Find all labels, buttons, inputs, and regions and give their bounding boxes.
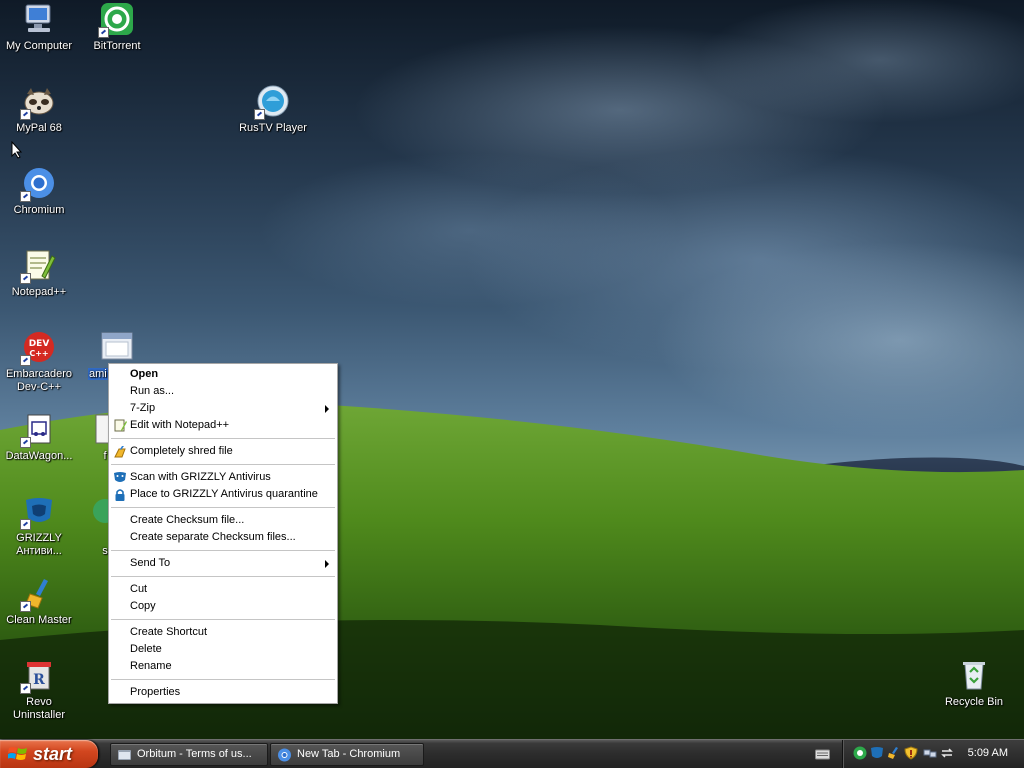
menu-item-run-as[interactable]: Run as... <box>109 383 337 400</box>
bittorrent-tray-icon[interactable] <box>853 746 867 760</box>
menu-item-open[interactable]: Open <box>109 366 337 383</box>
chromium-icon <box>20 166 56 202</box>
keyboard-icon[interactable] <box>815 748 830 761</box>
menu-separator <box>111 438 335 439</box>
revo-icon: R <box>20 658 56 694</box>
system-tray: 5:09 AM <box>842 740 1024 768</box>
menu-item-edit-notepadpp[interactable]: Edit with Notepad++ <box>109 417 337 434</box>
tv-player-icon <box>254 84 290 120</box>
submenu-arrow-icon <box>325 405 329 413</box>
shredder-icon <box>114 446 126 458</box>
orbitum-icon <box>118 750 131 760</box>
start-label: start <box>33 744 73 764</box>
menu-item-create-shortcut[interactable]: Create Shortcut <box>109 624 337 641</box>
menu-item-properties[interactable]: Properties <box>109 684 337 701</box>
menu-item-rename[interactable]: Rename <box>109 658 337 675</box>
context-menu: Open Run as... 7-Zip Edit with Notepad++… <box>108 363 338 704</box>
icon-label: Recycle Bin <box>944 696 1004 708</box>
menu-item-create-separate-checksums[interactable]: Create separate Checksum files... <box>109 529 337 546</box>
menu-separator <box>111 679 335 680</box>
notepad-icon <box>20 248 56 284</box>
clock[interactable]: 5:09 AM <box>968 747 1008 759</box>
menu-item-grizzly-quarantine[interactable]: Place to GRIZZLY Antivirus quarantine <box>109 486 337 503</box>
shortcut-arrow-icon <box>20 437 31 448</box>
recycle-bin-icon <box>957 658 991 692</box>
grizzly-tray-icon[interactable] <box>870 746 884 760</box>
bittorrent-icon <box>98 2 134 38</box>
icon-label: Clean Master <box>6 614 72 626</box>
mypal-icon-shortcut[interactable]: MyPal 68 <box>0 84 78 135</box>
menu-separator <box>111 619 335 620</box>
menu-separator <box>111 507 335 508</box>
computer-icon <box>22 2 56 36</box>
menu-separator <box>111 464 335 465</box>
grizzly-icon <box>20 494 56 530</box>
lock-icon <box>115 489 125 501</box>
recycle-bin-icon-shortcut[interactable]: Recycle Bin <box>935 658 1013 709</box>
icon-label: Chromium <box>13 204 65 216</box>
icon-label: BitTorrent <box>93 40 141 52</box>
chromium-icon <box>278 748 291 762</box>
shortcut-arrow-icon <box>20 519 31 530</box>
menu-item-delete[interactable]: Delete <box>109 641 337 658</box>
shortcut-arrow-icon <box>20 273 31 284</box>
security-shield-icon[interactable] <box>904 746 918 760</box>
clean-master-icon-shortcut[interactable]: Clean Master <box>0 576 78 627</box>
chromium-icon-shortcut[interactable]: Chromium <box>0 166 78 217</box>
menu-item-copy[interactable]: Copy <box>109 598 337 615</box>
svg-text:C++: C++ <box>29 349 48 358</box>
notepad-icon <box>114 419 127 432</box>
menu-separator <box>111 576 335 577</box>
shortcut-arrow-icon <box>20 601 31 612</box>
taskbar: start Orbitum - Terms of us... New Tab -… <box>0 739 1024 768</box>
shortcut-arrow-icon <box>20 355 31 366</box>
icon-label: My Computer <box>5 40 73 52</box>
datawagon-icon <box>20 412 56 448</box>
taskbar-button-orbitum[interactable]: Orbitum - Terms of us... <box>110 743 268 766</box>
icon-label: Revo Uninstaller <box>13 696 65 721</box>
icon-label: MyPal 68 <box>16 122 62 134</box>
taskbar-button-chromium[interactable]: New Tab - Chromium <box>270 743 424 766</box>
my-computer-icon-shortcut[interactable]: My Computer <box>0 2 78 53</box>
windows-flag-icon <box>8 747 27 760</box>
devcpp-icon-shortcut[interactable]: DEV C++ Embarcadero Dev-C++ <box>0 330 78 394</box>
menu-item-send-to[interactable]: Send To <box>109 555 337 572</box>
shortcut-arrow-icon <box>20 109 31 120</box>
shortcut-arrow-icon <box>98 27 109 38</box>
rustv-player-icon-shortcut[interactable]: RusTV Player <box>234 84 312 135</box>
revo-uninstaller-icon-shortcut[interactable]: R Revo Uninstaller <box>0 658 78 722</box>
network-icon[interactable] <box>923 746 937 760</box>
submenu-arrow-icon <box>325 560 329 568</box>
shortcut-arrow-icon <box>254 109 265 120</box>
raccoon-icon <box>20 84 56 120</box>
icon-label: RusTV Player <box>239 122 307 134</box>
devcpp-icon: DEV C++ <box>20 330 56 366</box>
menu-item-create-checksum[interactable]: Create Checksum file... <box>109 512 337 529</box>
icon-label: Notepad++ <box>11 286 67 298</box>
shortcut-arrow-icon <box>20 191 31 202</box>
icon-label: Embarcadero Dev-C++ <box>5 368 73 393</box>
menu-separator <box>111 550 335 551</box>
bittorrent-icon-shortcut[interactable]: BitTorrent <box>78 2 156 53</box>
window-file-icon <box>100 330 134 364</box>
grizzly-icon <box>114 472 126 482</box>
notepadpp-icon-shortcut[interactable]: Notepad++ <box>0 248 78 299</box>
menu-item-shred-file[interactable]: Completely shred file <box>109 443 337 460</box>
transfer-arrows-icon[interactable] <box>940 746 954 760</box>
menu-item-cut[interactable]: Cut <box>109 581 337 598</box>
shortcut-arrow-icon <box>20 683 31 694</box>
menu-item-7zip[interactable]: 7-Zip <box>109 400 337 417</box>
clean-master-tray-icon[interactable] <box>887 746 901 760</box>
svg-text:R: R <box>33 672 45 688</box>
start-button[interactable]: start <box>0 740 98 768</box>
menu-item-scan-grizzly[interactable]: Scan with GRIZZLY Antivirus <box>109 469 337 486</box>
svg-text:DEV: DEV <box>29 339 50 349</box>
mouse-cursor-icon <box>11 141 23 159</box>
broom-icon <box>20 576 56 612</box>
